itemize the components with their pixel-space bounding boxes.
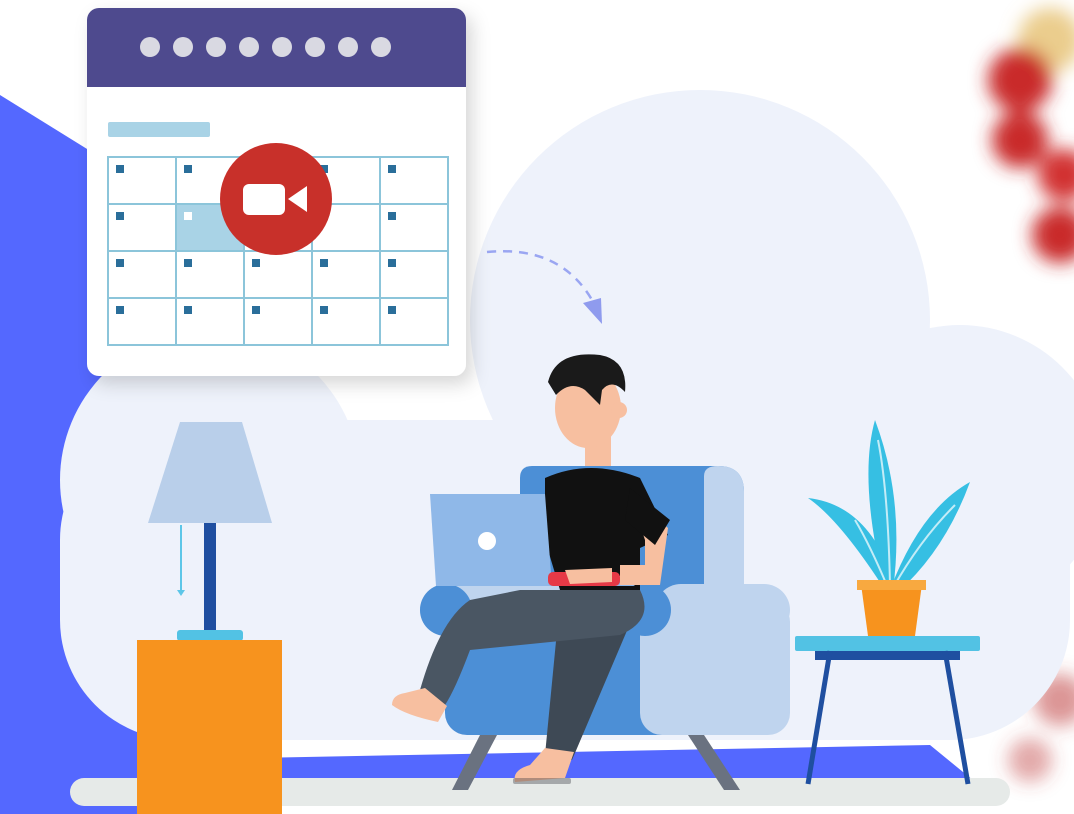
calendar-cell-marker <box>116 306 124 314</box>
calendar-cell <box>311 250 381 299</box>
calendar-header-dot <box>272 37 292 57</box>
calendar-cell <box>243 250 313 299</box>
calendar-cell-marker <box>184 306 192 314</box>
calendar-header-dot <box>140 37 160 57</box>
calendar-cell <box>107 203 177 252</box>
calendar-cell <box>107 297 177 346</box>
scene-svg <box>0 8 1074 814</box>
calendar-header-dot <box>371 37 391 57</box>
calendar-cell <box>379 203 449 252</box>
calendar-cell-marker <box>388 212 396 220</box>
calendar-header-dot <box>239 37 259 57</box>
calendar-cell-marker <box>320 306 328 314</box>
calendar-header-dot <box>305 37 325 57</box>
calendar-cell <box>107 156 177 205</box>
calendar-cell-marker <box>184 259 192 267</box>
calendar-header-dot <box>173 37 193 57</box>
calendar-cell-marker <box>388 259 396 267</box>
calendar-cell-marker <box>116 212 124 220</box>
calendar-cell-marker <box>116 165 124 173</box>
calendar-cell-marker <box>252 306 260 314</box>
calendar-cell <box>175 250 245 299</box>
calendar-title-bar <box>108 122 210 137</box>
illustration-scene <box>0 0 1074 814</box>
calendar-cell <box>107 250 177 299</box>
calendar-cell-marker <box>252 259 260 267</box>
calendar-cell <box>175 297 245 346</box>
video-badge <box>220 143 332 255</box>
calendar-cell <box>379 156 449 205</box>
calendar-header-dot <box>338 37 358 57</box>
calendar-card <box>87 8 466 376</box>
calendar-cell <box>379 250 449 299</box>
calendar-cell-marker <box>388 165 396 173</box>
calendar-cell <box>379 297 449 346</box>
calendar-cell-marker <box>184 165 192 173</box>
calendar-cell-marker <box>388 306 396 314</box>
calendar-cell-marker <box>184 212 192 220</box>
calendar-header-dot <box>206 37 226 57</box>
side-table <box>137 640 282 814</box>
calendar-cell-marker <box>116 259 124 267</box>
calendar-cell-marker <box>320 259 328 267</box>
calendar-cell <box>243 297 313 346</box>
calendar-cell <box>311 297 381 346</box>
